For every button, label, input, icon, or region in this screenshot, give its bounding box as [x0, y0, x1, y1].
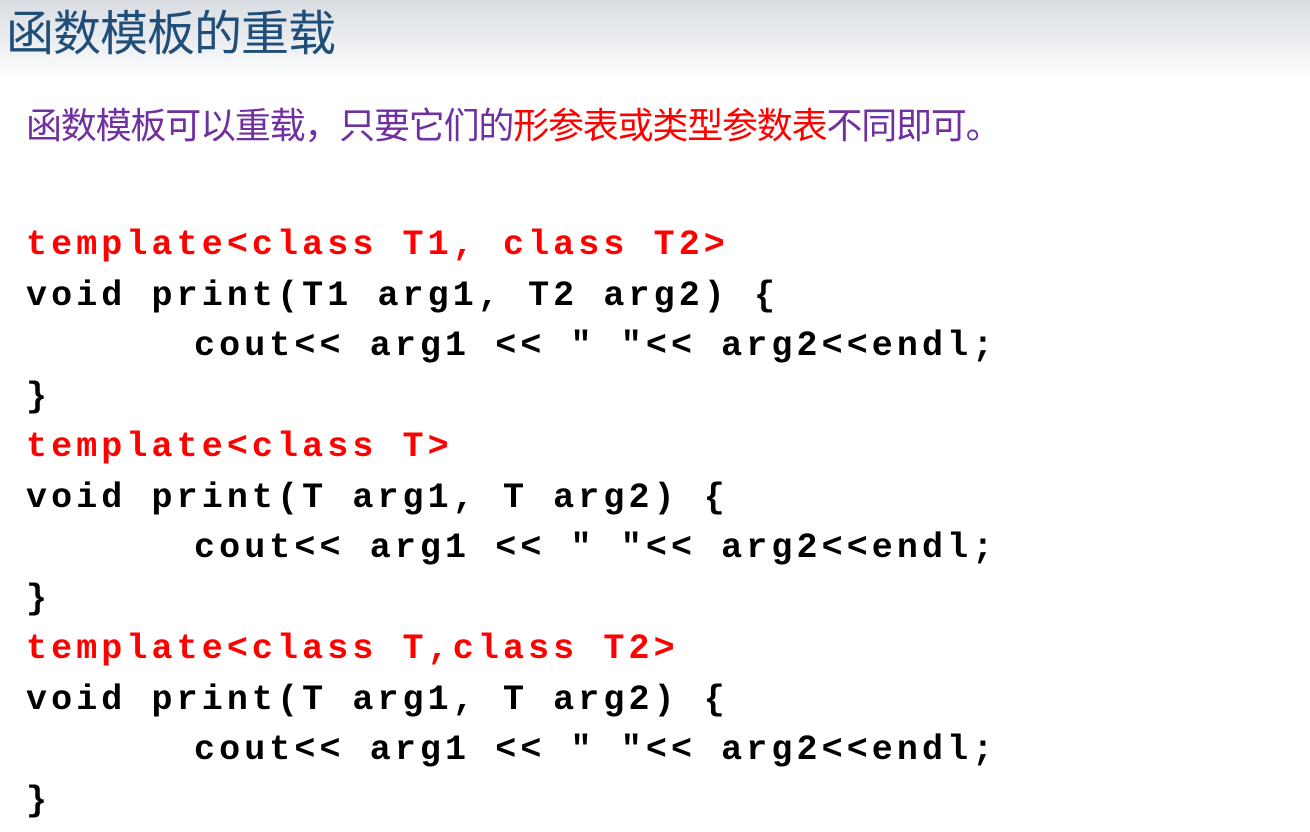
code-line-close-3: }: [26, 780, 52, 821]
code-line-close-2: }: [26, 578, 52, 619]
code-line-signature-2: void print(T arg1, T arg2) {: [26, 477, 729, 518]
code-block: template<class T1, class T2> void print(…: [26, 220, 997, 826]
slide-title: 函数模板的重载: [6, 6, 336, 62]
code-line-body-1: cout<< arg1 << " "<< arg2<<endl;: [194, 326, 998, 366]
code-line-signature-3: void print(T arg1, T arg2) {: [26, 679, 729, 720]
code-line-signature-1: void print(T1 arg1, T2 arg2) {: [26, 275, 780, 316]
code-line-body-3: cout<< arg1 << " "<< arg2<<endl;: [194, 730, 998, 770]
intro-text-highlight: 形参表或类型参数表: [513, 106, 827, 147]
code-line-template-1: template<class T1, class T2>: [26, 225, 729, 265]
code-line-body-2: cout<< arg1 << " "<< arg2<<endl;: [194, 528, 998, 568]
code-line-close-1: }: [26, 376, 52, 417]
code-line-template-3: template<class T,class T2>: [26, 629, 679, 669]
intro-text: 函数模板可以重载，只要它们的形参表或类型参数表不同即可。: [26, 102, 1002, 152]
code-line-template-2: template<class T>: [26, 427, 453, 467]
intro-text-part2: 不同即可。: [826, 106, 1001, 147]
intro-text-part1: 函数模板可以重载，只要它们的: [26, 106, 514, 147]
